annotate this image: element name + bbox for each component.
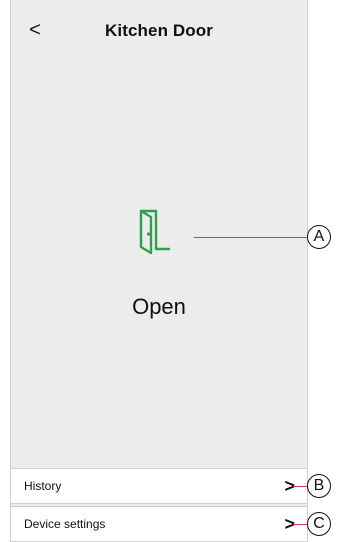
callout-line-b (293, 486, 308, 487)
callout-line-a (194, 237, 308, 238)
callout-b-label: B (313, 477, 325, 494)
callout-line-c (293, 524, 308, 525)
header-bar: < Kitchen Door (11, 0, 307, 62)
history-row[interactable]: History > (11, 468, 307, 504)
page-title: Kitchen Door (105, 21, 213, 40)
back-button[interactable]: < (25, 18, 45, 42)
door-open-icon (139, 209, 171, 255)
callout-c: C (307, 512, 331, 536)
callout-b: B (307, 474, 331, 498)
phone-screen: < Kitchen Door Open History > Device set… (10, 0, 308, 542)
history-label: History (24, 479, 62, 493)
callout-a: A (307, 225, 331, 249)
device-settings-row[interactable]: Device settings > (11, 506, 307, 542)
device-settings-label: Device settings (24, 517, 106, 531)
callout-a-label: A (313, 228, 325, 245)
chevron-left-icon: < (29, 18, 41, 41)
callout-c-label: C (313, 515, 325, 532)
door-state-label: Open (132, 294, 186, 319)
